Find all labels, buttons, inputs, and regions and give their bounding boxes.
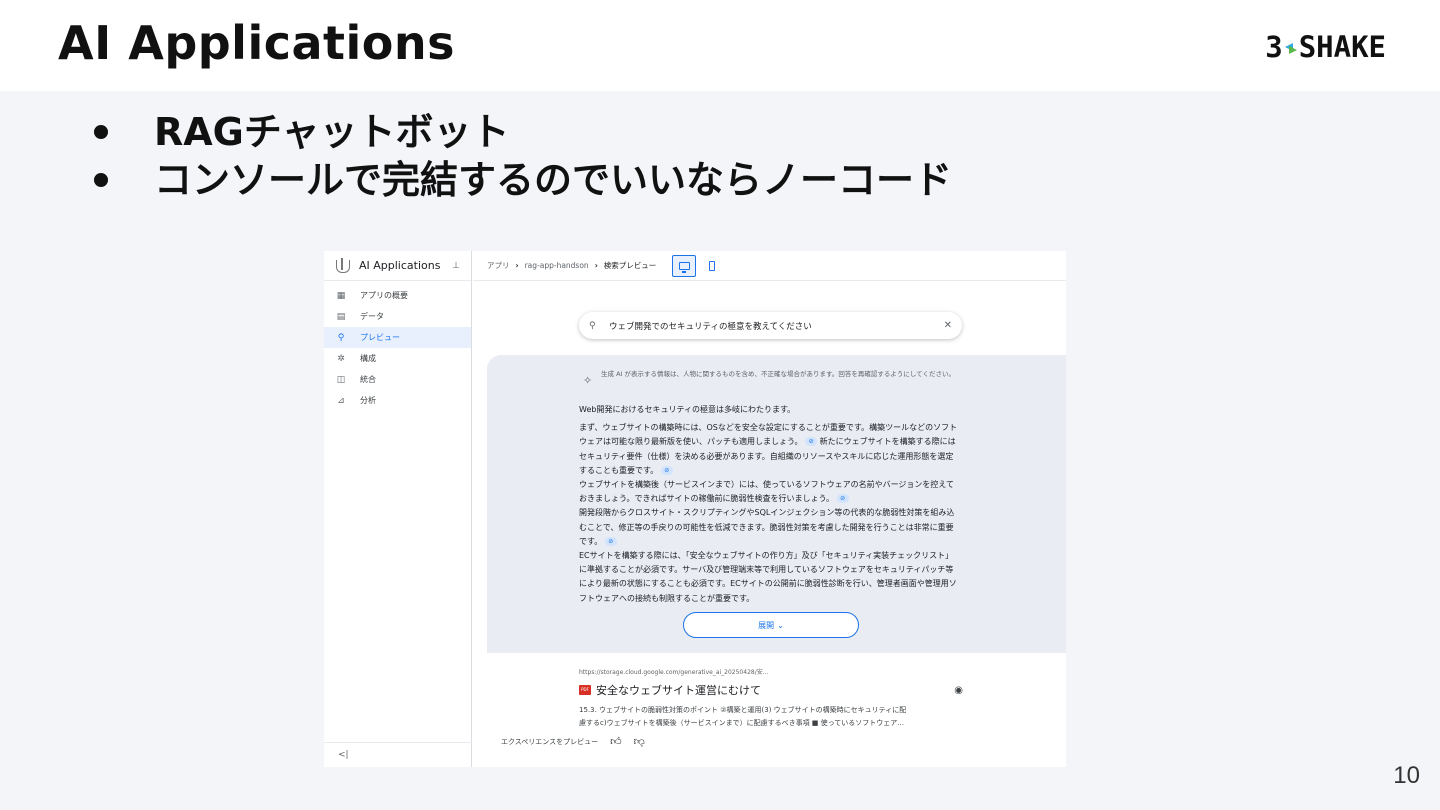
main-panel: アプリ › rag-app-handson › 検索プレビュー ⚲ ウェブ開発で… bbox=[473, 251, 1066, 767]
sidebar-item-analytics[interactable]: ⊿ 分析 bbox=[324, 390, 471, 411]
search-input[interactable]: ⚲ ウェブ開発でのセキュリティの極意を教えてください ✕ bbox=[579, 312, 962, 339]
pin-icon[interactable]: ⊥ bbox=[449, 261, 463, 271]
sidebar-item-overview[interactable]: ▦ アプリの概要 bbox=[324, 285, 471, 306]
ai-answer-panel: ✧ 生成 AI が表示する情報は、人物に関するものを含め、不正確な場合があります… bbox=[487, 355, 1066, 653]
search-icon: ⚲ bbox=[337, 332, 345, 343]
result-title[interactable]: 安全なウェブサイト運営にむけて bbox=[596, 682, 954, 698]
sparkle-icon: ✧ bbox=[583, 374, 593, 387]
chevron-down-icon: ⌄ bbox=[777, 620, 784, 630]
sidebar-item-config[interactable]: ✲ 構成 bbox=[324, 348, 471, 369]
expand-button[interactable]: 展開 ⌄ bbox=[683, 612, 859, 638]
chevron-right-icon: › bbox=[515, 261, 519, 270]
slide-title: AI Applications bbox=[58, 16, 456, 70]
sidebar-title: AI Applications bbox=[359, 259, 441, 272]
sidebar-nav: ▦ アプリの概要 ▤ データ ⚲ プレビュー ✲ 構成 ◫ 統合 ⊿ 分析 bbox=[324, 281, 471, 411]
breadcrumb-current: 検索プレビュー bbox=[603, 261, 657, 270]
logo-text-right: SHAKE bbox=[1298, 30, 1386, 64]
bullet-dot-icon bbox=[94, 125, 108, 139]
breadcrumb: アプリ › rag-app-handson › 検索プレビュー bbox=[473, 251, 1066, 281]
citation-link-icon[interactable]: ⊘ bbox=[805, 437, 818, 447]
sidebar-item-data[interactable]: ▤ データ bbox=[324, 306, 471, 327]
sidebar-header: AI Applications ⊥ bbox=[324, 251, 471, 281]
slide-header: AI Applications 3 SHAKE bbox=[0, 0, 1440, 91]
sidebar: AI Applications ⊥ ▦ アプリの概要 ▤ データ ⚲ プレビュー… bbox=[324, 251, 472, 767]
logo-mark-icon bbox=[1284, 41, 1297, 54]
close-icon[interactable]: ✕ bbox=[944, 320, 952, 331]
breadcrumb-app[interactable]: アプリ bbox=[487, 260, 510, 271]
analytics-icon: ⊿ bbox=[337, 395, 345, 406]
citation-link-icon[interactable]: ⊘ bbox=[604, 536, 617, 546]
dashboard-icon: ▦ bbox=[336, 290, 346, 301]
collapse-sidebar-button[interactable]: <| bbox=[324, 742, 472, 767]
breadcrumb-project[interactable]: rag-app-handson bbox=[525, 261, 589, 270]
result-snippet: 15.3. ウェブサイトの脆弱性対策のポイント ②構築と運用(3) ウェブサイト… bbox=[579, 706, 907, 727]
sidebar-item-preview[interactable]: ⚲ プレビュー bbox=[324, 327, 471, 348]
answer-intro: Web開発におけるセキュリティの極意は多岐にわたります。 bbox=[579, 405, 796, 414]
mobile-preview-button[interactable] bbox=[700, 255, 724, 277]
bullet-item: コンソールで完結するのでいいならノーコード bbox=[92, 156, 952, 204]
bullet-item: RAGチャットボット bbox=[92, 108, 952, 156]
monitor-icon bbox=[678, 261, 690, 273]
gear-icon: ✲ bbox=[337, 353, 345, 364]
pdf-file-icon: PDF bbox=[579, 685, 591, 695]
search-result[interactable]: https://storage.cloud.google.com/generat… bbox=[579, 667, 963, 730]
code-icon: ◫ bbox=[336, 374, 346, 385]
result-title-row: PDF 安全なウェブサイト運営にむけて ◉ bbox=[579, 682, 963, 698]
bullet-list: RAGチャットボット コンソールで完結するのでいいならノーコード bbox=[92, 108, 952, 204]
search-query[interactable]: ウェブ開発でのセキュリティの極意を教えてください bbox=[609, 320, 944, 332]
desktop-preview-button[interactable] bbox=[672, 254, 697, 277]
thumbs-down-icon[interactable]: 👎︎ bbox=[634, 735, 645, 748]
answer-text: Web開発におけるセキュリティの極意は多岐にわたります。 まず、ウェブサイトの構… bbox=[579, 403, 961, 610]
eye-icon[interactable]: ◉ bbox=[954, 685, 963, 696]
citation-link-icon[interactable]: ⊘ bbox=[660, 465, 673, 475]
ai-applications-logo-icon bbox=[334, 257, 350, 274]
logo-text-left: 3 bbox=[1265, 30, 1283, 64]
page-number: 10 bbox=[1393, 762, 1420, 789]
result-url[interactable]: https://storage.cloud.google.com/generat… bbox=[579, 667, 963, 676]
preview-footer: エクスペリエンスをプレビュー 👍︎ 👎︎ bbox=[501, 735, 645, 748]
bullet-dot-icon bbox=[94, 173, 108, 187]
phone-icon bbox=[709, 260, 716, 271]
thumbs-up-icon[interactable]: 👍︎ bbox=[610, 735, 622, 748]
sidebar-item-integration[interactable]: ◫ 統合 bbox=[324, 369, 471, 390]
data-icon: ▤ bbox=[336, 311, 346, 322]
citation-link-icon[interactable]: ⊘ bbox=[836, 494, 849, 504]
console-screenshot: AI Applications ⊥ ▦ アプリの概要 ▤ データ ⚲ プレビュー… bbox=[324, 251, 1066, 767]
ai-disclaimer: ✧ 生成 AI が表示する情報は、人物に関するものを含め、不正確な場合があります… bbox=[583, 370, 955, 387]
footer-label: エクスペリエンスをプレビュー bbox=[501, 737, 599, 746]
search-icon: ⚲ bbox=[589, 320, 596, 331]
company-logo: 3 SHAKE bbox=[1265, 30, 1386, 64]
chevron-right-icon: › bbox=[594, 261, 598, 270]
answer-paragraph: まず、ウェブサイトの構築時には、OSなどを安全な設定にすることが重要です。構築ツ… bbox=[579, 423, 958, 603]
